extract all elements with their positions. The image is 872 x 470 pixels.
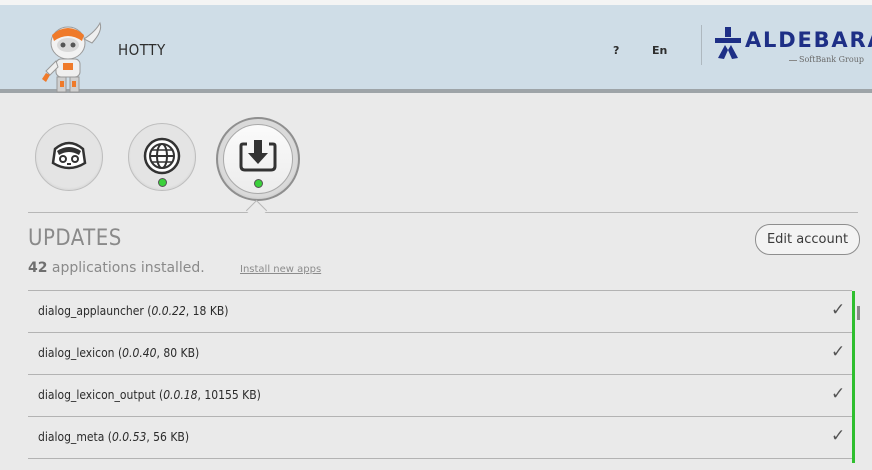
active-tab-pointer bbox=[245, 199, 268, 222]
updates-status-dot bbox=[254, 179, 263, 188]
list-status-bar bbox=[852, 291, 855, 463]
app-size: , 56 KB) bbox=[146, 430, 190, 444]
app-name: dialog_lexicon_output ( bbox=[38, 388, 164, 402]
nav-network-button[interactable] bbox=[128, 123, 196, 191]
section-title: UPDATES bbox=[28, 226, 122, 251]
checkmark-icon: ✓ bbox=[831, 300, 846, 320]
installed-count: 42 applications installed. bbox=[28, 260, 205, 276]
app-label: dialog_lexicon (0.0.40, 80 KB) bbox=[38, 346, 199, 360]
checkmark-icon: ✓ bbox=[831, 426, 846, 446]
app-size: , 10155 KB) bbox=[197, 388, 261, 402]
robot-face-icon bbox=[51, 141, 87, 170]
robot-avatar-icon bbox=[42, 21, 102, 93]
globe-icon bbox=[143, 137, 181, 175]
aldebaran-logo-icon bbox=[715, 27, 741, 59]
apps-list: dialog_applauncher (0.0.22, 18 KB) ✓ dia… bbox=[28, 290, 852, 459]
app-label: dialog_lexicon_output (0.0.18, 10155 KB) bbox=[38, 388, 261, 402]
app-name: dialog_meta ( bbox=[38, 430, 112, 444]
install-new-apps-link[interactable]: Install new apps bbox=[240, 264, 321, 275]
list-item[interactable]: dialog_applauncher (0.0.22, 18 KB) ✓ bbox=[28, 290, 852, 332]
checkmark-icon: ✓ bbox=[831, 384, 846, 404]
list-item[interactable]: dialog_lexicon (0.0.40, 80 KB) ✓ bbox=[28, 332, 852, 374]
list-item[interactable]: dialog_meta (0.0.53, 56 KB) ✓ bbox=[28, 416, 852, 459]
section-divider bbox=[28, 212, 858, 213]
language-button[interactable]: En bbox=[652, 44, 667, 57]
app-version: 0.0.18 bbox=[163, 388, 198, 402]
brand-sub-dash bbox=[789, 60, 797, 61]
brand-subtitle: SoftBank Group bbox=[799, 55, 864, 64]
download-icon bbox=[239, 140, 277, 172]
app-size: , 18 KB) bbox=[185, 304, 229, 318]
app-size: , 80 KB) bbox=[156, 346, 200, 360]
robot-name: HOTTY bbox=[118, 41, 166, 59]
scrollbar-thumb[interactable] bbox=[857, 306, 860, 320]
list-item[interactable]: dialog_lexicon_output (0.0.18, 10155 KB)… bbox=[28, 374, 852, 416]
app-version: 0.0.22 bbox=[151, 304, 186, 318]
brand-name: ALDEBARAN bbox=[745, 28, 872, 52]
nav-robot-button[interactable] bbox=[35, 123, 103, 191]
app-label: dialog_applauncher (0.0.22, 18 KB) bbox=[38, 304, 229, 318]
checkmark-icon: ✓ bbox=[831, 342, 846, 362]
installed-count-text: applications installed. bbox=[47, 260, 205, 276]
help-button[interactable]: ? bbox=[613, 44, 619, 57]
app-label: dialog_meta (0.0.53, 56 KB) bbox=[38, 430, 189, 444]
app-header: HOTTY ? En ALDEBARAN SoftBank Group bbox=[0, 5, 872, 93]
app-version: 0.0.40 bbox=[122, 346, 157, 360]
edit-account-button[interactable]: Edit account bbox=[755, 224, 860, 255]
installed-count-number: 42 bbox=[28, 260, 48, 276]
app-name: dialog_applauncher ( bbox=[38, 304, 152, 318]
header-divider bbox=[701, 25, 702, 65]
nav-updates-button[interactable] bbox=[216, 117, 300, 201]
app-name: dialog_lexicon ( bbox=[38, 346, 123, 360]
app-version: 0.0.53 bbox=[111, 430, 147, 444]
network-status-dot bbox=[158, 178, 167, 187]
